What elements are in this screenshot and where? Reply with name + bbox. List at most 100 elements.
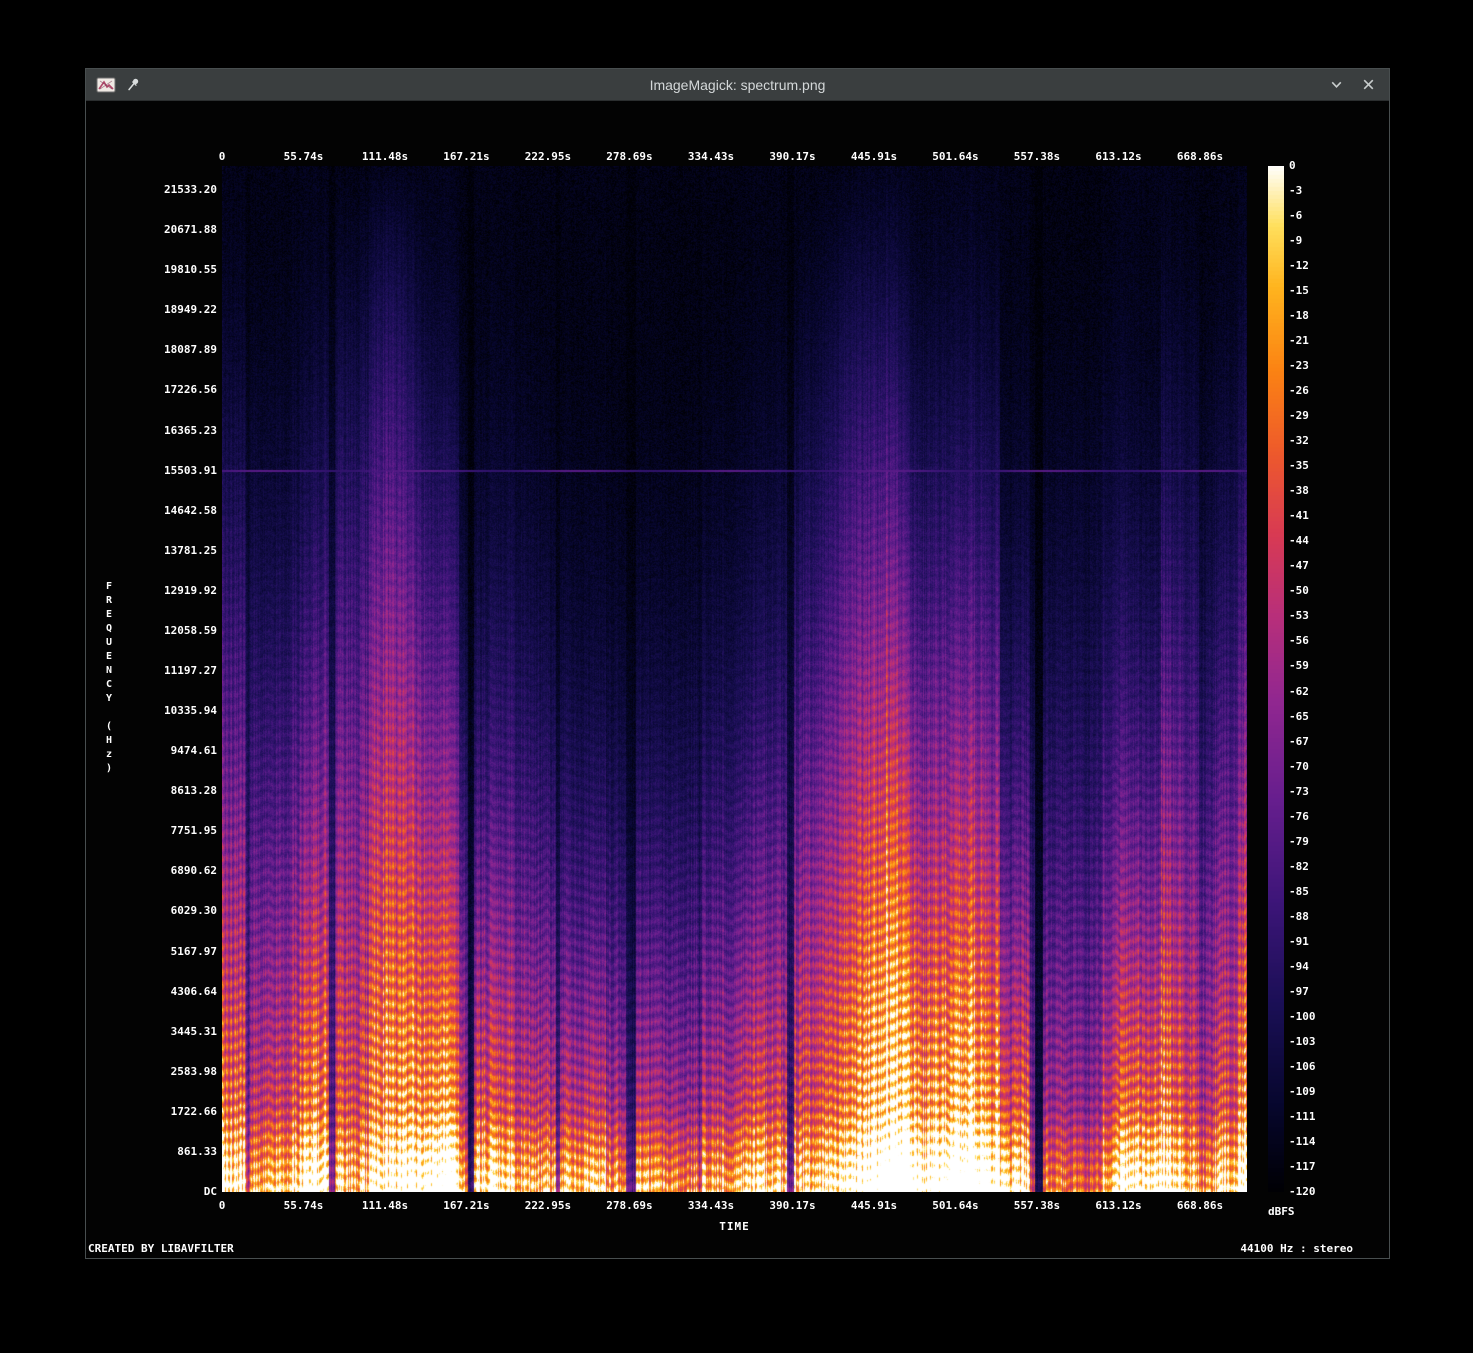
legend-tick: -9 — [1289, 234, 1302, 247]
freq-tick: 15503.91 — [86, 464, 217, 477]
freq-tick: 1722.66 — [86, 1105, 217, 1118]
legend-tick: -29 — [1289, 409, 1309, 422]
window-content: FREQUENCY (Hz) TIME dBFS CREATED BY LIBA… — [86, 101, 1389, 1258]
freq-tick: 7751.95 — [86, 824, 217, 837]
legend-tick: -79 — [1289, 835, 1309, 848]
time-tick-bottom: 167.21s — [443, 1199, 489, 1212]
freq-tick: 21533.20 — [86, 183, 217, 196]
time-tick-bottom: 445.91s — [851, 1199, 897, 1212]
legend-tick: -15 — [1289, 284, 1309, 297]
time-tick-top: 222.95s — [525, 150, 571, 163]
time-tick-bottom: 334.43s — [688, 1199, 734, 1212]
legend-tick: -120 — [1289, 1185, 1316, 1198]
freq-tick: 6890.62 — [86, 864, 217, 877]
legend-tick: -67 — [1289, 735, 1309, 748]
freq-tick: 5167.97 — [86, 945, 217, 958]
legend-tick: -106 — [1289, 1060, 1316, 1073]
time-tick-top: 278.69s — [606, 150, 652, 163]
legend-tick: -59 — [1289, 659, 1309, 672]
freq-tick: 12919.92 — [86, 584, 217, 597]
freq-tick: 9474.61 — [86, 744, 217, 757]
time-tick-top: 167.21s — [443, 150, 489, 163]
time-tick-top: 445.91s — [851, 150, 897, 163]
time-tick-top: 613.12s — [1095, 150, 1141, 163]
freq-tick: 10335.94 — [86, 704, 217, 717]
time-tick-top: 668.86s — [1177, 150, 1223, 163]
time-tick-top: 334.43s — [688, 150, 734, 163]
freq-tick: 18087.89 — [86, 343, 217, 356]
freq-tick: 16365.23 — [86, 424, 217, 437]
freq-tick: 13781.25 — [86, 544, 217, 557]
legend-tick: -65 — [1289, 710, 1309, 723]
legend-tick: -3 — [1289, 184, 1302, 197]
legend-tick: -56 — [1289, 634, 1309, 647]
legend-tick: -100 — [1289, 1010, 1316, 1023]
freq-tick: 861.33 — [86, 1145, 217, 1158]
time-tick-top: 0 — [219, 150, 226, 163]
legend-tick: -114 — [1289, 1135, 1316, 1148]
time-tick-top: 55.74s — [284, 150, 324, 163]
freq-tick: 20671.88 — [86, 223, 217, 236]
legend-tick: -6 — [1289, 209, 1302, 222]
legend-tick: -35 — [1289, 459, 1309, 472]
imagemagick-window: ImageMagick: spectrum.png FREQUENCY (Hz)… — [85, 68, 1390, 1259]
legend-tick: -111 — [1289, 1110, 1316, 1123]
freq-tick: 14642.58 — [86, 504, 217, 517]
time-tick-bottom: 278.69s — [606, 1199, 652, 1212]
time-axis-label: TIME — [222, 1220, 1247, 1233]
legend-tick: -44 — [1289, 534, 1309, 547]
legend-tick: -109 — [1289, 1085, 1316, 1098]
legend-tick: -97 — [1289, 985, 1309, 998]
time-tick-top: 390.17s — [769, 150, 815, 163]
footer-format: 44100 Hz : stereo — [1240, 1242, 1353, 1255]
time-tick-bottom: 222.95s — [525, 1199, 571, 1212]
legend-tick: -94 — [1289, 960, 1309, 973]
legend-tick: -85 — [1289, 885, 1309, 898]
window-title: ImageMagick: spectrum.png — [86, 77, 1389, 93]
time-tick-bottom: 390.17s — [769, 1199, 815, 1212]
legend-tick: -88 — [1289, 910, 1309, 923]
freq-tick: 11197.27 — [86, 664, 217, 677]
legend-tick: -38 — [1289, 484, 1309, 497]
legend-tick: -12 — [1289, 259, 1309, 272]
legend-tick: -21 — [1289, 334, 1309, 347]
legend-tick: 0 — [1289, 159, 1296, 172]
legend-tick: -76 — [1289, 810, 1309, 823]
imagemagick-app-icon[interactable] — [96, 77, 116, 93]
time-tick-top: 501.64s — [932, 150, 978, 163]
time-tick-bottom: 55.74s — [284, 1199, 324, 1212]
freq-tick: DC — [86, 1185, 217, 1198]
pin-icon[interactable] — [126, 77, 141, 92]
time-tick-bottom: 557.38s — [1014, 1199, 1060, 1212]
legend-tick: -23 — [1289, 359, 1309, 372]
legend-tick: -70 — [1289, 760, 1309, 773]
freq-tick: 12058.59 — [86, 624, 217, 637]
legend-tick: -73 — [1289, 785, 1309, 798]
titlebar[interactable]: ImageMagick: spectrum.png — [86, 69, 1389, 101]
legend-tick: -26 — [1289, 384, 1309, 397]
chevron-down-icon[interactable] — [1329, 77, 1344, 92]
freq-tick: 8613.28 — [86, 784, 217, 797]
legend-tick: -32 — [1289, 434, 1309, 447]
legend-tick: -91 — [1289, 935, 1309, 948]
time-tick-bottom: 111.48s — [362, 1199, 408, 1212]
freq-tick: 4306.64 — [86, 985, 217, 998]
close-icon[interactable] — [1361, 77, 1376, 92]
freq-tick: 6029.30 — [86, 904, 217, 917]
time-tick-top: 111.48s — [362, 150, 408, 163]
legend-tick: -47 — [1289, 559, 1309, 572]
legend-unit-label: dBFS — [1268, 1205, 1295, 1218]
spectrogram-canvas — [222, 166, 1247, 1192]
time-tick-bottom: 613.12s — [1095, 1199, 1141, 1212]
legend-tick: -117 — [1289, 1160, 1316, 1173]
legend-tick: -82 — [1289, 860, 1309, 873]
freq-tick: 18949.22 — [86, 303, 217, 316]
legend-tick: -18 — [1289, 309, 1309, 322]
legend-tick: -41 — [1289, 509, 1309, 522]
legend-colorbar — [1268, 166, 1284, 1192]
freq-tick: 2583.98 — [86, 1065, 217, 1078]
time-tick-top: 557.38s — [1014, 150, 1060, 163]
freq-tick: 17226.56 — [86, 383, 217, 396]
legend-tick: -53 — [1289, 609, 1309, 622]
legend-tick: -103 — [1289, 1035, 1316, 1048]
